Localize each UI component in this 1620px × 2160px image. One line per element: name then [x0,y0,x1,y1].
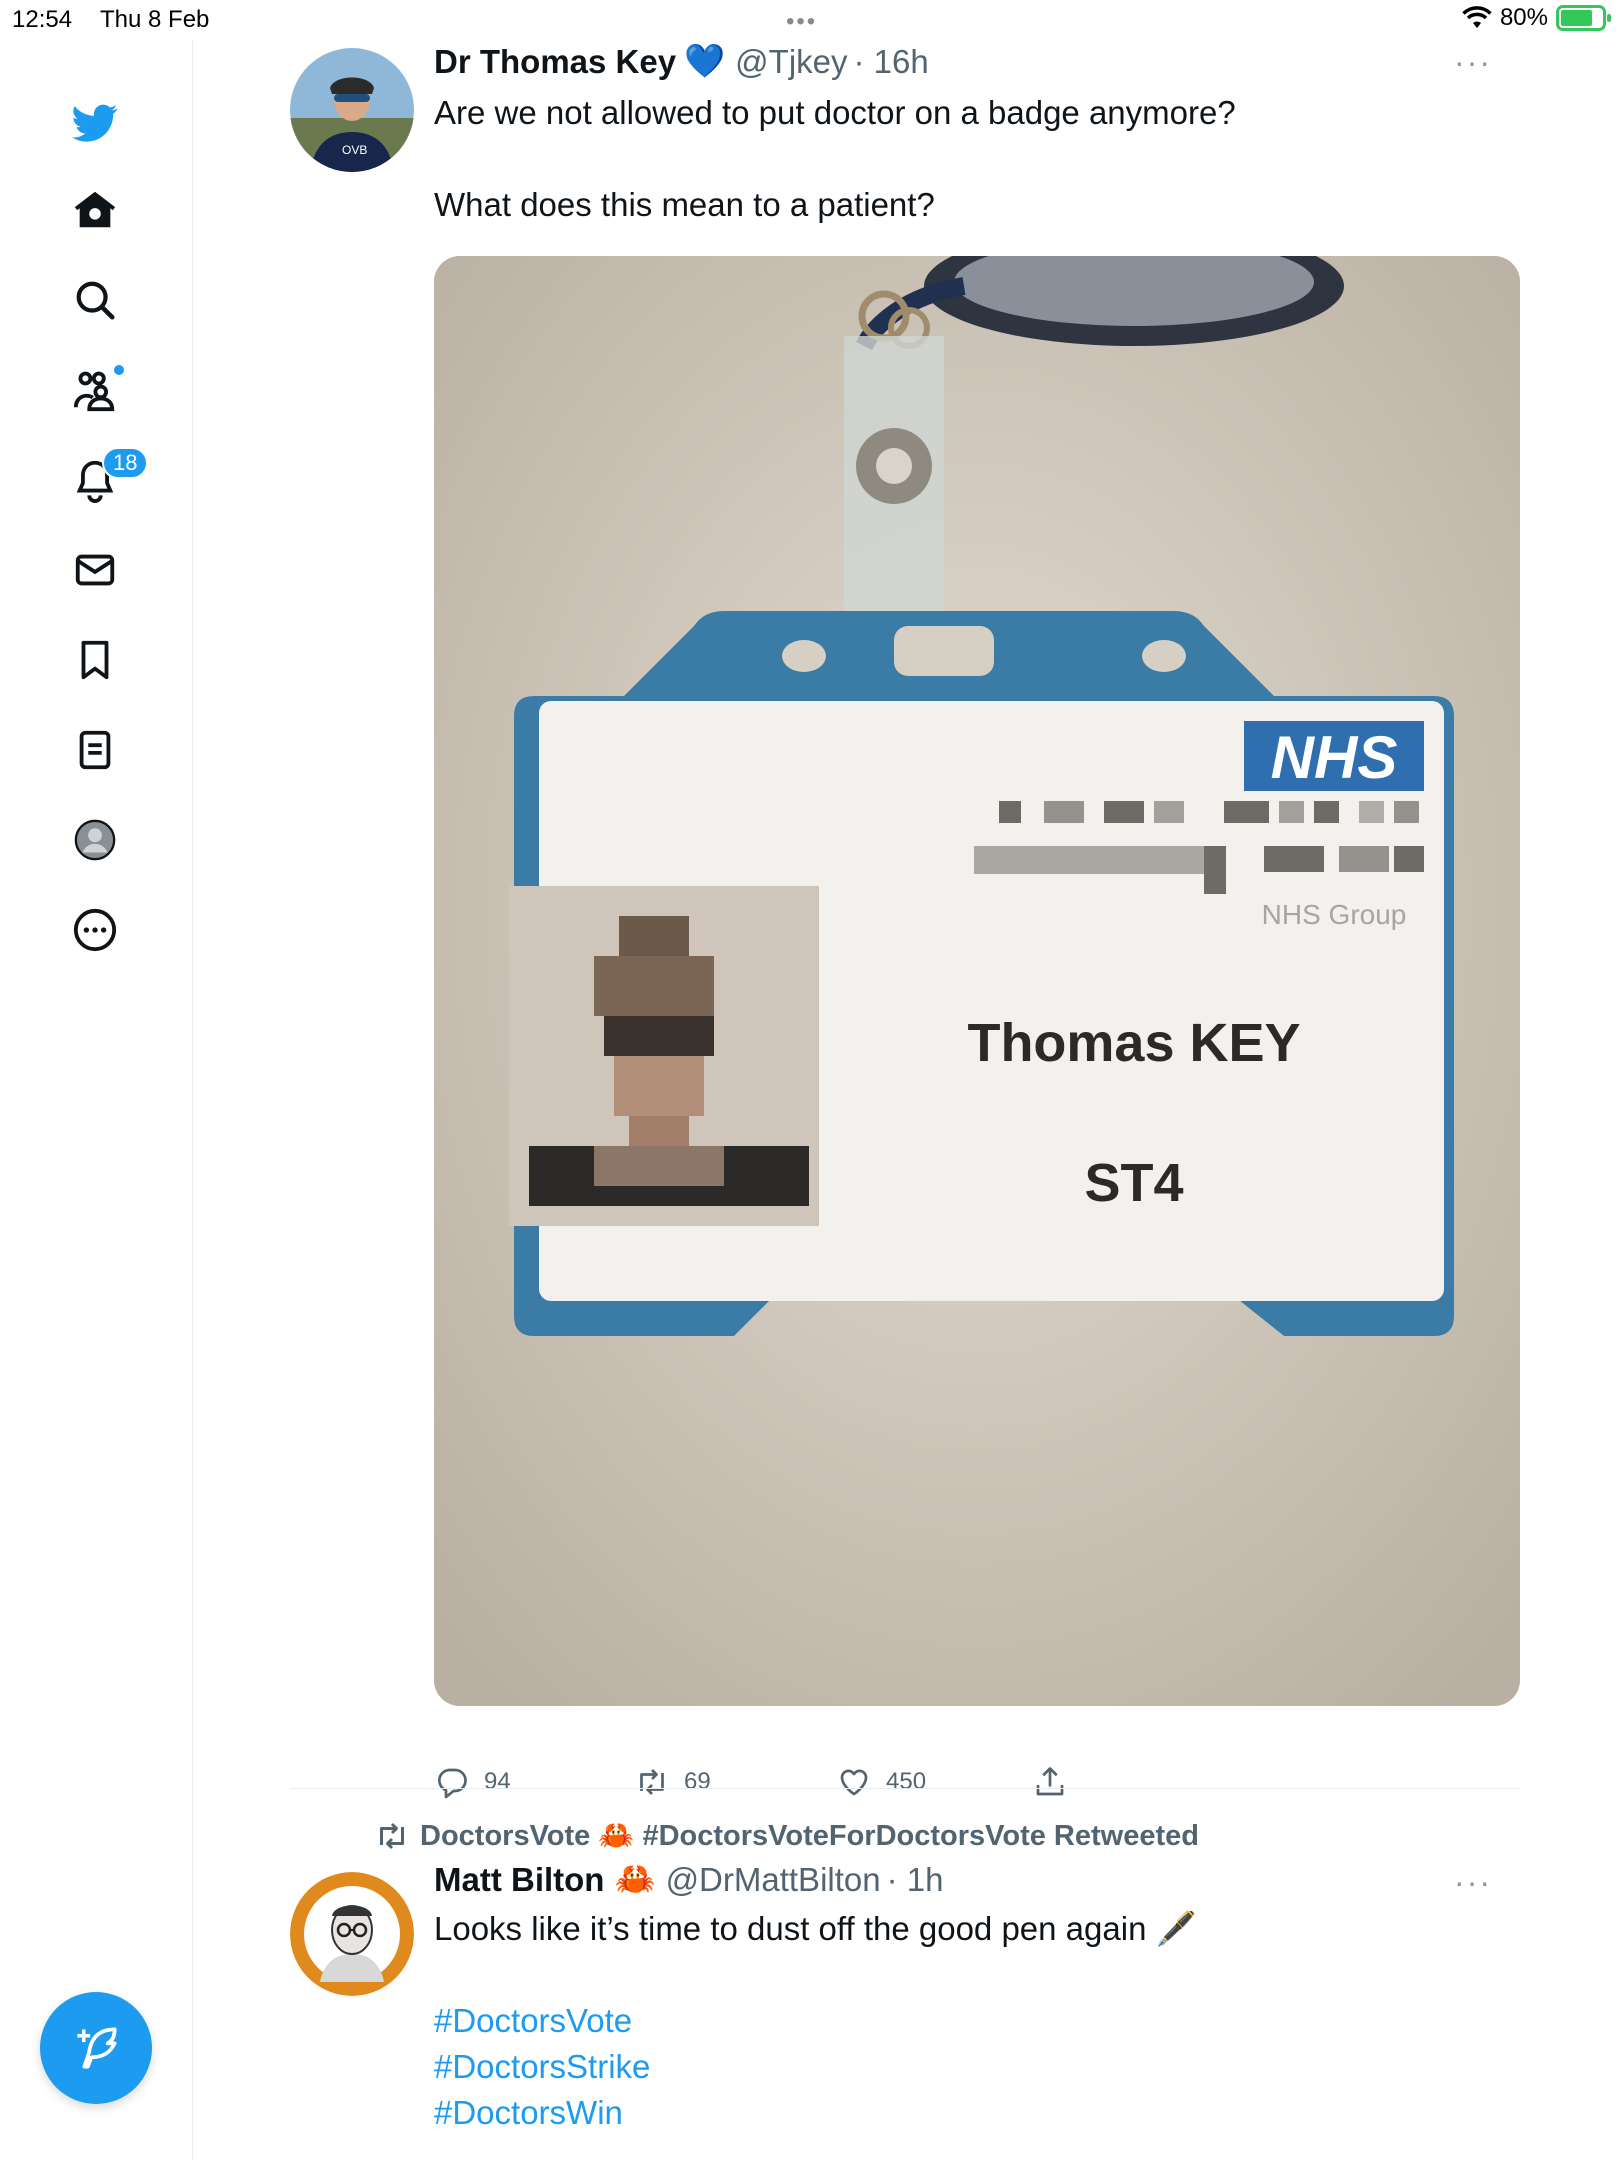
share-icon [1036,1767,1064,1796]
badge-person-name: Thomas KEY [967,1013,1300,1073]
hashtag-link[interactable]: #DoctorsVote [434,1998,1514,2044]
author-name[interactable]: Dr Thomas Key [434,43,676,81]
author-handle[interactable]: @Tjkey [735,43,847,81]
tweet-text-line: Looks like it’s time to dust off the goo… [434,1910,1197,1947]
lists-icon[interactable] [62,717,128,783]
tweet[interactable]: OVB Dr Thomas Key 💙 @Tjkey · 16h ··· Are… [290,42,1520,1799]
status-bar: 12:54 Thu 8 Feb ••• 80% [0,0,1620,40]
bookmarks-icon[interactable] [62,627,128,693]
tweet-divider [290,1788,1520,1789]
retweet-button[interactable]: 69 [634,1764,836,1800]
status-date: Thu 8 Feb [100,6,210,33]
tweet-time[interactable]: · 16h [854,43,929,81]
nhs-logo: NHS [1271,724,1398,791]
badge-org-text: NHS Group [1262,899,1407,930]
share-button[interactable] [1032,1764,1068,1800]
tweet-header: Dr Thomas Key 💙 @Tjkey · 16h [434,42,929,81]
tweet-text-line: What does this mean to a patient? [434,186,935,223]
tweet-text-line: Are we not allowed to put doctor on a ba… [434,94,1236,131]
compose-tweet-button[interactable] [40,1992,152,2104]
author-name[interactable]: Matt Bilton [434,1861,604,1899]
retweet-context-text: DoctorsVote 🦀 #DoctorsVoteForDoctorsVote… [420,1820,1199,1852]
retweet-icon [640,1769,664,1795]
search-icon[interactable] [62,267,128,333]
hashtag-link[interactable]: #DoctorsStrike [434,2044,1514,2090]
tweet-text: Looks like it’s time to dust off the goo… [434,1906,1514,2136]
retweet-count: 69 [684,1768,711,1795]
sidebar: 18 [0,40,193,2160]
multitasking-dots-icon[interactable]: ••• [786,8,817,36]
notifications-icon[interactable]: 18 [62,447,149,513]
retweet-context[interactable]: DoctorsVote 🦀 #DoctorsVoteForDoctorsVote… [374,1818,1199,1854]
communities-icon[interactable] [62,357,128,423]
reply-button[interactable]: 94 [434,1764,634,1800]
twitter-logo-icon[interactable] [62,90,128,156]
hashtag-link[interactable]: #DoctorsWin [434,2090,1514,2136]
home-icon[interactable] [62,177,128,243]
more-icon[interactable] [62,897,128,963]
avatar[interactable] [290,1872,414,1996]
tweet-actions: 94 69 450 [434,1764,1068,1800]
battery-percent: 80% [1499,4,1548,31]
messages-icon[interactable] [62,537,128,603]
tweet[interactable]: Matt Bilton 🦀 @DrMattBilton · 1h ··· Loo… [290,1860,1520,2160]
status-time: 12:54 [12,6,73,33]
crab-icon: 🦀 [614,1860,656,1897]
tweet-more-icon[interactable]: ··· [1454,1864,1492,1901]
wifi-icon [1462,6,1492,28]
profile-icon[interactable] [62,807,128,873]
reply-count: 94 [484,1768,511,1795]
retweet-icon [380,1822,404,1850]
tweet-time[interactable]: · 1h [887,1861,944,1899]
heart-icon [840,1769,868,1796]
hashtags: #DoctorsVote #DoctorsStrike #DoctorsWin [434,1998,1514,2136]
badge-grade: ST4 [1084,1153,1183,1213]
battery-icon [1556,5,1611,31]
tweet-header: Matt Bilton 🦀 @DrMattBilton · 1h [434,1860,944,1899]
author-handle[interactable]: @DrMattBilton [666,1861,881,1899]
tweet-more-icon[interactable]: ··· [1454,44,1492,81]
compose-icon [77,2027,117,2069]
verified-heart-icon: 💙 [684,42,726,79]
status-right: 80% [1462,4,1611,32]
new-dot [112,363,126,377]
reply-icon [437,1768,467,1799]
like-button[interactable]: 450 [836,1764,1032,1800]
avatar[interactable]: OVB [290,48,414,172]
tweet-image[interactable]: NHS NHS Group Thomas KEY ST4 [434,256,1520,1706]
svg-text:OVB: OVB [342,143,367,157]
tweet-text: Are we not allowed to put doctor on a ba… [434,90,1236,228]
like-count: 450 [886,1768,927,1795]
notifications-badge: 18 [102,447,149,479]
